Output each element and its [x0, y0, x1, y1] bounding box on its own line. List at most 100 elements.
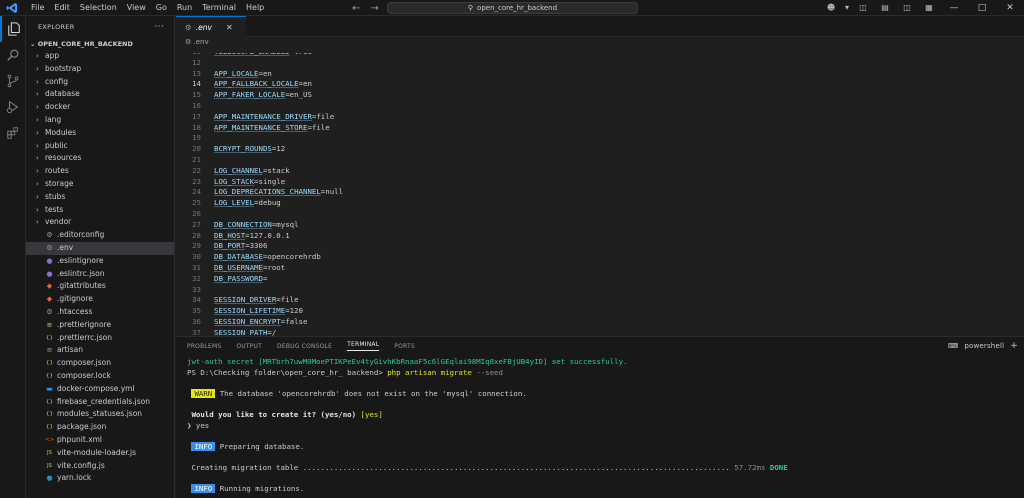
line-number: 16 [192, 100, 201, 110]
folder-item[interactable]: › app [26, 50, 174, 63]
close-tab-icon[interactable]: ✕ [226, 23, 233, 32]
menu-terminal[interactable]: Terminal [197, 0, 241, 16]
copilot-icon[interactable]: ☻ [820, 0, 842, 16]
file-item[interactable]: ◆ .gitignore [26, 293, 174, 306]
line-text: APP_FAKER_LOCALE=en_US [201, 90, 312, 101]
folder-item[interactable]: › config [26, 76, 174, 89]
tree-item-label: modules_statuses.json [57, 409, 143, 419]
tree-item-label: tests [45, 204, 64, 214]
file-item[interactable]: ⚙ .editorconfig [26, 229, 174, 242]
copilot-dropdown-icon[interactable]: ▾ [842, 0, 852, 16]
code-editor[interactable]: 11TELESCOPE_ENABLED=true1213APP_LOCALE=e… [176, 53, 1024, 336]
env-value: =en [298, 79, 312, 89]
file-item[interactable]: JS vite-module-loader.js [26, 447, 174, 460]
tab-ports[interactable]: PORTS [394, 343, 415, 350]
env-value: =12 [271, 144, 286, 154]
tab-debug-console[interactable]: DEBUG CONSOLE [277, 343, 332, 350]
line-number: 24 [192, 187, 201, 197]
tree-item-label: public [45, 140, 68, 150]
line-number: 19 [192, 133, 201, 143]
env-key: DB_HOST [214, 230, 246, 240]
folder-item[interactable]: › vendor [26, 216, 174, 229]
workspace-root-label: OPEN_CORE_HR_BACKEND [37, 40, 133, 48]
folder-item[interactable]: › resources [26, 152, 174, 165]
run-debug-icon[interactable] [0, 94, 26, 120]
file-item[interactable]: ● .eslintrc.json [26, 268, 174, 281]
tree-item-label: bootstrap [45, 63, 82, 73]
file-item[interactable]: ⚙ .env [26, 241, 174, 255]
toggle-panel-icon[interactable]: ▤ [874, 0, 896, 16]
folder-item[interactable]: › Modules [26, 127, 174, 140]
file-item[interactable]: {} .prettierrc.json [26, 332, 174, 345]
tree-item-label: .gitattributes [57, 281, 106, 291]
folder-item[interactable]: › lang [26, 114, 174, 127]
menu-help[interactable]: Help [241, 0, 269, 16]
folder-item[interactable]: › public [26, 140, 174, 153]
line-text: DB_DATABASE=opencorehrdb [201, 252, 321, 263]
line-number: 33 [192, 284, 201, 294]
menu-edit[interactable]: Edit [49, 0, 75, 16]
line-text: LOG_CHANNEL=stack [201, 166, 290, 177]
tab-problems[interactable]: PROBLEMS [187, 343, 221, 350]
workspace-root[interactable]: ⌄ OPEN_CORE_HR_BACKEND [26, 38, 174, 50]
source-control-icon[interactable] [0, 68, 26, 94]
folder-item[interactable]: › database [26, 88, 174, 101]
menu-view[interactable]: View [122, 0, 151, 16]
toggle-sidebar-icon[interactable]: ◫ [852, 0, 874, 16]
folder-item[interactable]: › bootstrap [26, 63, 174, 76]
tree-item-label: app [45, 51, 60, 60]
line-number: 17 [192, 111, 201, 121]
add-terminal-icon[interactable]: + [1010, 341, 1018, 351]
line-text: DB_USERNAME=root [201, 263, 285, 274]
file-item[interactable]: ◆ .gitattributes [26, 280, 174, 293]
tab-output[interactable]: OUTPUT [236, 343, 262, 350]
code-line: 20 BCRYPT_ROUNDS=12 [176, 144, 1024, 155]
file-item[interactable]: <> phpunit.xml [26, 434, 174, 447]
breadcrumb[interactable]: ⚙ .env [176, 37, 1024, 48]
line-text: DB_CONNECTION=mysql [201, 220, 299, 231]
code-line: 33 [176, 285, 1024, 296]
file-item[interactable]: ▬ docker-compose.yml [26, 383, 174, 396]
folder-item[interactable]: › tests [26, 204, 174, 217]
maximize-button[interactable]: □ [968, 0, 996, 16]
menu-run[interactable]: Run [172, 0, 197, 16]
file-item[interactable]: {} modules_statuses.json [26, 408, 174, 421]
file-item[interactable]: ● yarn.lock [26, 472, 174, 485]
file-item[interactable]: ≡ artisan [26, 344, 174, 357]
file-item[interactable]: JS vite.config.js [26, 460, 174, 473]
editor-area: ⚙ .env ✕ ⚙ .env 11TELESCOPE_ENABLED=true… [176, 16, 1024, 336]
forward-arrow-icon[interactable]: → [370, 3, 378, 14]
folder-item[interactable]: › storage [26, 178, 174, 191]
tab-env[interactable]: ⚙ .env ✕ [176, 16, 246, 37]
terminal-output[interactable]: jwt-auth secret [MRTbrh7uwM0MoePTIKPeEv4… [187, 357, 1017, 497]
close-window-button[interactable]: ✕ [996, 0, 1024, 16]
command-center-search[interactable]: ⚲ open_core_hr_backend [387, 2, 638, 14]
explorer-icon[interactable] [0, 16, 26, 42]
more-actions-icon[interactable]: ··· [155, 16, 164, 38]
shell-label[interactable]: powershell [964, 342, 1004, 350]
file-item[interactable]: {} composer.json [26, 357, 174, 370]
folder-item[interactable]: › docker [26, 101, 174, 114]
toggle-secondary-sidebar-icon[interactable]: ◫ [896, 0, 918, 16]
minimize-button[interactable]: — [940, 0, 968, 16]
menu-selection[interactable]: Selection [75, 0, 122, 16]
file-item[interactable]: ⚙ .htaccess [26, 306, 174, 319]
menu-file[interactable]: File [26, 0, 49, 16]
menu-go[interactable]: Go [151, 0, 172, 16]
file-item[interactable]: {} firebase_credentials.json [26, 396, 174, 409]
customize-layout-icon[interactable]: ▦ [918, 0, 940, 16]
file-item[interactable]: {} composer.lock [26, 370, 174, 383]
braces-icon: {} [46, 334, 53, 341]
warn-badge: WARN [191, 388, 216, 398]
file-item[interactable]: {} package.json [26, 421, 174, 434]
folder-item[interactable]: › routes [26, 165, 174, 178]
line-text: APP_MAINTENANCE_STORE=file [201, 123, 330, 134]
file-item[interactable]: ≡ .prettierignore [26, 319, 174, 332]
tab-terminal[interactable]: TERMINAL [347, 341, 380, 351]
search-activity-icon[interactable] [0, 42, 26, 68]
file-item[interactable]: ● .eslintignore [26, 255, 174, 268]
folder-item[interactable]: › stubs [26, 191, 174, 204]
search-icon: ⚲ [467, 4, 474, 12]
extensions-icon[interactable] [0, 120, 26, 146]
back-arrow-icon[interactable]: ← [352, 3, 360, 14]
